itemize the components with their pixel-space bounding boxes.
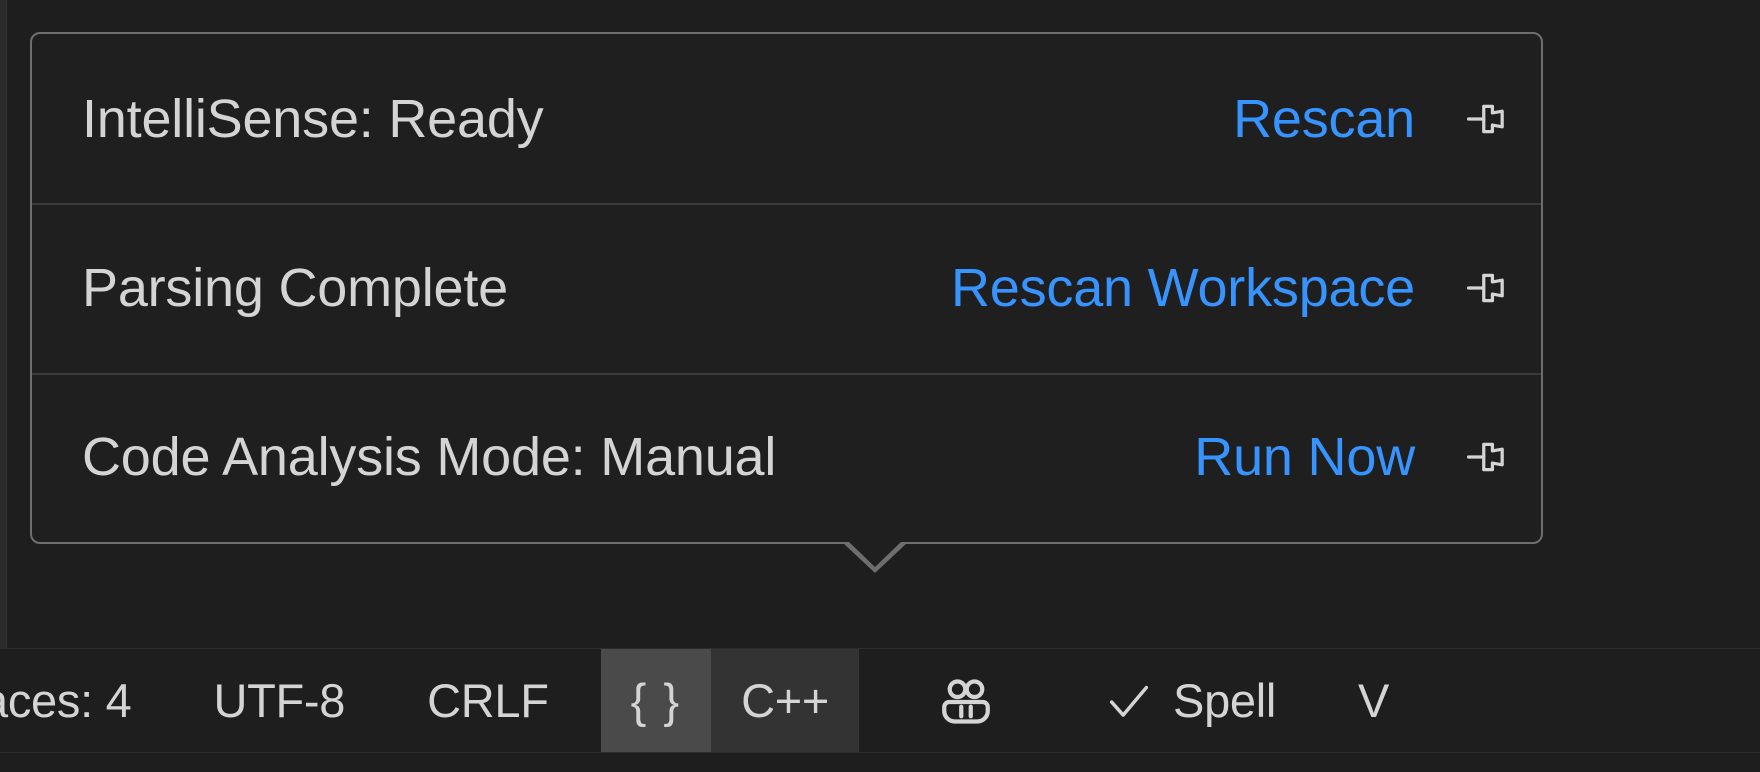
- status-live-share[interactable]: [905, 649, 1027, 752]
- popup-row-intellisense: IntelliSense: Ready Rescan: [32, 34, 1541, 203]
- status-language[interactable]: C++: [711, 649, 859, 752]
- status-spell[interactable]: Spell: [1073, 649, 1306, 752]
- pin-icon[interactable]: [1459, 260, 1515, 316]
- pin-icon[interactable]: [1459, 429, 1515, 485]
- popup-row-label: Parsing Complete: [82, 257, 508, 319]
- rescan-link[interactable]: Rescan: [1233, 88, 1415, 150]
- bottom-strip: [0, 752, 1760, 772]
- status-spell-label: Spell: [1173, 673, 1276, 728]
- popup-tail-fill: [848, 541, 902, 567]
- status-gap: [161, 649, 183, 752]
- status-encoding[interactable]: UTF-8: [183, 649, 375, 752]
- status-gap: [1306, 649, 1328, 752]
- status-clipped-right-label: V: [1358, 673, 1389, 728]
- popup-row-code-analysis: Code Analysis Mode: Manual Run Now: [32, 373, 1541, 542]
- status-encoding-label: UTF-8: [213, 673, 345, 728]
- screen-root: IntelliSense: Ready Rescan Parsing Compl…: [0, 0, 1760, 772]
- status-gap: [1027, 649, 1073, 752]
- popup-row-label: Code Analysis Mode: Manual: [82, 426, 776, 488]
- status-bar-hover-popup: IntelliSense: Ready Rescan Parsing Compl…: [30, 32, 1543, 544]
- run-now-link[interactable]: Run Now: [1194, 426, 1415, 488]
- popup-row-label: IntelliSense: Ready: [82, 88, 543, 150]
- status-eol-label: CRLF: [427, 673, 549, 728]
- status-clipped-right[interactable]: V: [1328, 649, 1419, 752]
- status-gap: [859, 649, 905, 752]
- check-icon: [1103, 675, 1155, 727]
- status-gap: [375, 649, 397, 752]
- rescan-workspace-link[interactable]: Rescan Workspace: [951, 257, 1415, 319]
- status-gap: [579, 649, 601, 752]
- status-spaces-label: aces: 4: [0, 673, 131, 728]
- pin-icon[interactable]: [1459, 91, 1515, 147]
- status-bar: aces: 4 UTF-8 CRLF { } C++: [0, 648, 1760, 752]
- status-spaces[interactable]: aces: 4: [0, 649, 161, 752]
- status-braces-label: { }: [631, 673, 681, 728]
- status-language-label: C++: [741, 673, 829, 728]
- popup-row-parsing: Parsing Complete Rescan Workspace: [32, 203, 1541, 372]
- status-eol[interactable]: CRLF: [397, 649, 579, 752]
- live-share-icon: [935, 670, 997, 732]
- status-braces[interactable]: { }: [601, 649, 711, 752]
